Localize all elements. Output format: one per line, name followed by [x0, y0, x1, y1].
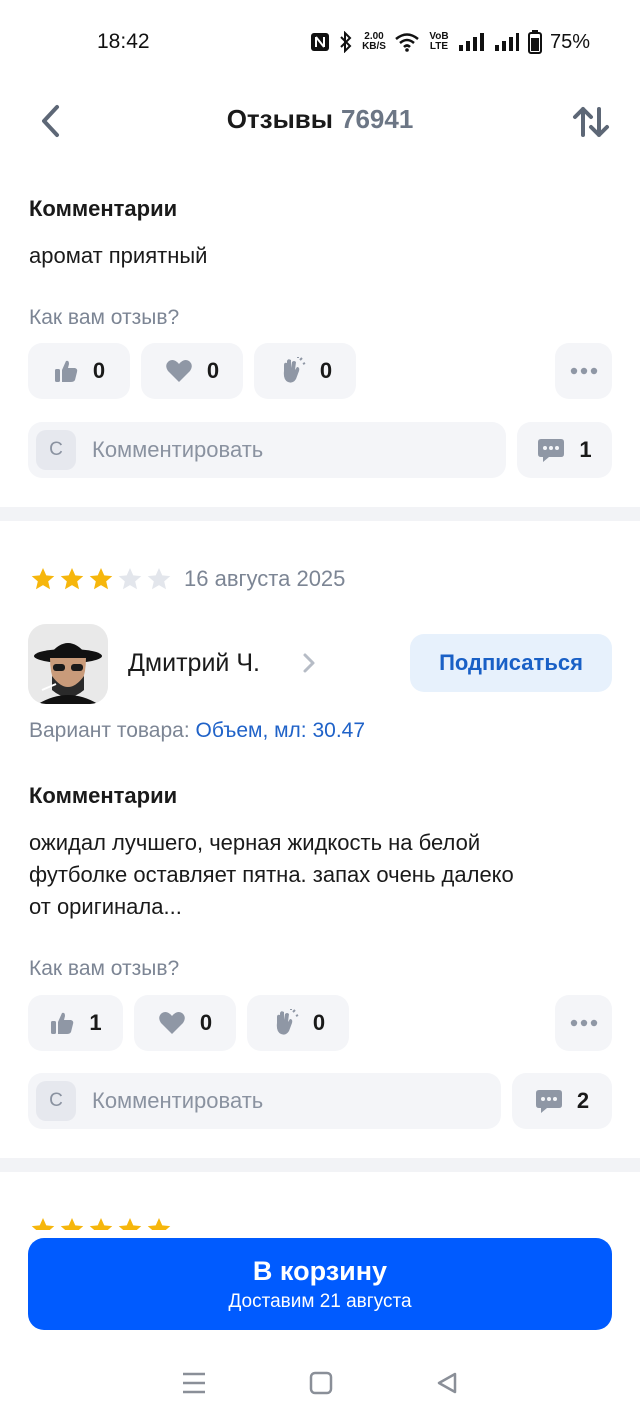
- delivery-date: Доставим 21 августа: [228, 1290, 412, 1312]
- heart-icon: [166, 360, 192, 382]
- battery-percent: 75%: [549, 30, 590, 53]
- clap-count-main: 0: [312, 1010, 326, 1035]
- reviews-count: 76941: [340, 104, 414, 134]
- more-button[interactable]: [555, 343, 612, 399]
- comments-heading-main: Комментарии: [29, 783, 178, 808]
- status-time: 18:42: [97, 30, 150, 53]
- comment-placeholder: Комментировать: [92, 1088, 264, 1113]
- clap-icon: [283, 357, 306, 383]
- clap-icon: [276, 1009, 299, 1035]
- heart-button-main[interactable]: 0: [134, 995, 236, 1051]
- star-filled-icon: [89, 1217, 113, 1230]
- star-filled-icon: [147, 1217, 171, 1230]
- review-date: 16 августа 2025: [184, 566, 346, 591]
- author-avatar[interactable]: [28, 624, 108, 704]
- nfc-icon: [311, 33, 330, 51]
- like-button[interactable]: 0: [28, 343, 130, 399]
- comments-heading: Комментарии: [29, 196, 178, 221]
- rating-stars: [30, 566, 172, 592]
- bluetooth-icon: [340, 31, 352, 53]
- author-chevron[interactable]: [302, 652, 316, 679]
- user-avatar: С: [36, 1081, 76, 1121]
- back-triangle-icon[interactable]: [435, 1371, 459, 1395]
- like-count: 0: [92, 358, 106, 383]
- wifi-icon: [395, 33, 419, 52]
- comments-count: 1: [579, 437, 592, 462]
- status-icons: 2.00 KB/S VoB LTE 75%: [310, 30, 590, 54]
- product-variant: Вариант товара: Объем, мл: 30.47: [29, 719, 365, 743]
- star-filled-icon: [118, 1217, 142, 1230]
- rating-stars-next: [30, 1216, 172, 1230]
- battery-icon: [527, 30, 542, 54]
- comment-line: ожидал лучшего, черная жидкость на белой: [29, 830, 481, 855]
- menu-icon[interactable]: [181, 1371, 207, 1395]
- like-button-main[interactable]: 1: [28, 995, 123, 1051]
- comment-bubble-icon: [538, 439, 565, 462]
- comment-line: от оригинала...: [29, 894, 182, 919]
- clap-button-main[interactable]: 0: [247, 995, 349, 1051]
- cart-button-label: В корзину: [252, 1255, 388, 1286]
- review-comment-text-main: ожидал лучшего, черная жидкость на белой…: [29, 827, 614, 923]
- heart-icon: [159, 1012, 185, 1034]
- thumbs-up-icon: [54, 360, 78, 382]
- page-title: Отзывы 76941: [0, 104, 640, 135]
- how-label-main: Как вам отзыв?: [29, 957, 180, 980]
- user-avatar: С: [36, 430, 76, 470]
- author-name[interactable]: Дмитрий Ч.: [128, 649, 260, 678]
- section-divider: [0, 1158, 640, 1172]
- review-comment-text: аромат приятный: [29, 243, 208, 268]
- add-to-cart-button[interactable]: В корзину Доставим 21 августа: [28, 1238, 612, 1330]
- page-title-text: Отзывы: [226, 104, 333, 134]
- comment-placeholder: Комментировать: [92, 437, 264, 462]
- star-filled-icon: [31, 1217, 55, 1230]
- comments-count-main: 2: [576, 1088, 590, 1113]
- chevron-right-icon: [303, 653, 315, 673]
- clap-count: 0: [319, 358, 333, 383]
- more-button-main[interactable]: [555, 995, 612, 1051]
- home-square-icon[interactable]: [309, 1371, 333, 1395]
- volte-label: VoB LTE: [429, 31, 449, 52]
- variant-label: Вариант товара:: [29, 719, 190, 742]
- signal-icon-2: [494, 33, 519, 51]
- comments-button-main[interactable]: 2: [512, 1073, 612, 1129]
- subscribe-button[interactable]: Подписаться: [410, 634, 612, 692]
- sort-button[interactable]: [568, 100, 614, 144]
- author-photo: [28, 624, 108, 704]
- star-empty-icon: [147, 567, 171, 590]
- how-label: Как вам отзыв?: [29, 306, 180, 329]
- heart-count: 0: [206, 358, 220, 383]
- sort-arrows-icon: [573, 107, 609, 137]
- comment-input[interactable]: С Комментировать: [28, 422, 506, 478]
- variant-value[interactable]: Объем, мл: 30.47: [196, 719, 366, 742]
- star-filled-icon: [60, 567, 84, 590]
- signal-icon: [458, 33, 484, 51]
- heart-button[interactable]: 0: [141, 343, 243, 399]
- clap-button[interactable]: 0: [254, 343, 356, 399]
- comment-bubble-icon: [535, 1090, 562, 1113]
- network-speed: 2.00 KB/S: [362, 31, 386, 52]
- star-empty-icon: [118, 567, 142, 590]
- like-count-main: 1: [89, 1010, 102, 1035]
- star-filled-icon: [60, 1217, 84, 1230]
- comment-line: футболке оставляет пятна. запах очень да…: [29, 862, 514, 887]
- comments-button[interactable]: 1: [517, 422, 612, 478]
- heart-count-main: 0: [199, 1010, 213, 1035]
- comment-input-main[interactable]: С Комментировать: [28, 1073, 501, 1129]
- more-dots-icon: [570, 1019, 597, 1027]
- star-filled-icon: [31, 567, 55, 590]
- star-filled-icon: [89, 567, 113, 590]
- system-nav-bar: [0, 1343, 640, 1423]
- more-dots-icon: [570, 367, 597, 375]
- section-divider: [0, 507, 640, 521]
- thumbs-up-icon: [51, 1012, 74, 1034]
